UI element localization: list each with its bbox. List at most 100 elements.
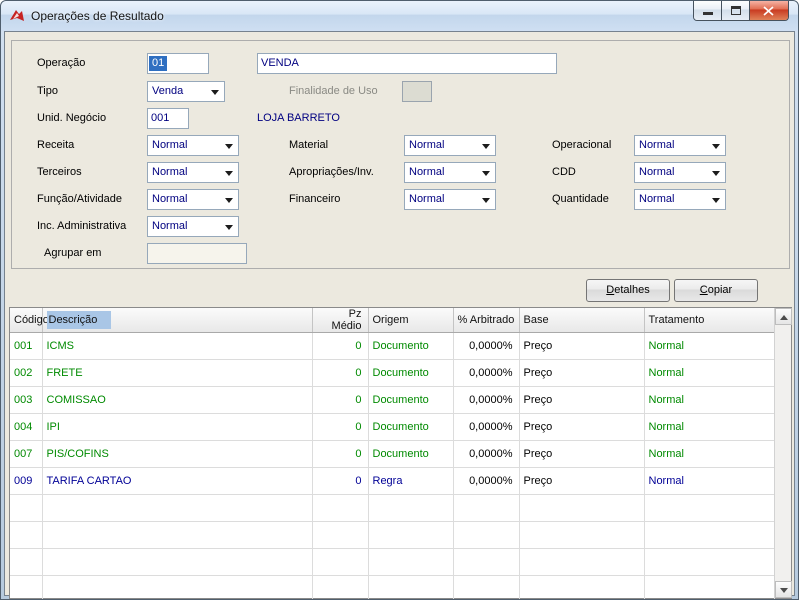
column-header-origem[interactable]: Origem <box>368 308 454 333</box>
chevron-down-icon <box>482 198 490 203</box>
cell-origem[interactable]: Documento <box>368 440 454 468</box>
material-combo[interactable]: Normal <box>404 135 496 156</box>
cell-pz_medio[interactable]: 0 <box>312 467 369 495</box>
arrow-down-icon <box>780 588 788 593</box>
cdd-combo[interactable]: Normal <box>634 162 726 183</box>
cell-arbitrado[interactable]: 0,0000% <box>453 440 520 468</box>
vertical-scrollbar[interactable] <box>774 308 792 598</box>
minimize-button[interactable] <box>694 1 722 20</box>
tipo-combo[interactable]: Venda <box>147 81 225 102</box>
cell-descricao[interactable]: FRETE <box>42 359 313 387</box>
cell-pz_medio[interactable]: 0 <box>312 332 369 360</box>
cell-descricao[interactable]: TARIFA CARTAO <box>42 467 313 495</box>
cell-arbitrado[interactable]: 0,0000% <box>453 467 520 495</box>
quantidade-combo[interactable]: Normal <box>634 189 726 210</box>
cell-base[interactable]: Preço <box>519 332 645 360</box>
operacao-code-input[interactable]: 01 <box>147 53 209 74</box>
chevron-down-icon <box>225 144 233 149</box>
unid-negocio-input[interactable]: 001 <box>147 108 189 129</box>
operacional-combo[interactable]: Normal <box>634 135 726 156</box>
column-header-arbitrado[interactable]: % Arbitrado <box>453 308 520 333</box>
funcao-atividade-combo[interactable]: Normal <box>147 189 239 210</box>
cell-tratamento[interactable]: Normal <box>644 467 775 495</box>
form-panel: Operação 01 VENDA Tipo Venda Finalidade … <box>11 40 790 269</box>
quantidade-label: Quantidade <box>552 193 609 205</box>
table-row[interactable]: 004 IPI 0 Documento 0,0000% Preço Normal <box>10 413 775 441</box>
cell-tratamento[interactable]: Normal <box>644 440 775 468</box>
empty-row[interactable] <box>10 521 775 549</box>
cell-codigo[interactable]: 004 <box>10 413 43 441</box>
cell-tratamento[interactable]: Normal <box>644 359 775 387</box>
cell-origem[interactable]: Documento <box>368 386 454 414</box>
cell-origem[interactable]: Documento <box>368 359 454 387</box>
cell-arbitrado[interactable]: 0,0000% <box>453 359 520 387</box>
financeiro-combo[interactable]: Normal <box>404 189 496 210</box>
cell-arbitrado[interactable]: 0,0000% <box>453 413 520 441</box>
cell-tratamento[interactable]: Normal <box>644 413 775 441</box>
column-header-base[interactable]: Base <box>519 308 645 333</box>
cell-pz_medio[interactable]: 0 <box>312 413 369 441</box>
cell-codigo[interactable]: 007 <box>10 440 43 468</box>
cell-base[interactable]: Preço <box>519 440 645 468</box>
cell-descricao[interactable]: ICMS <box>42 332 313 360</box>
table-row[interactable]: 007 PIS/COFINS 0 Documento 0,0000% Preço Norma… <box>10 440 775 468</box>
cell-base[interactable]: Preço <box>519 467 645 495</box>
apropriacoes-combo[interactable]: Normal <box>404 162 496 183</box>
cell-pz_medio[interactable]: 0 <box>312 440 369 468</box>
grid-header-row: Código Descrição Pz Médio Origem % Arbit… <box>10 308 775 333</box>
cell-origem[interactable]: Documento <box>368 332 454 360</box>
table-row[interactable]: 001 ICMS 0 Documento 0,0000% Preço Normal <box>10 332 775 360</box>
column-header-tratamento[interactable]: Tratamento <box>644 308 775 333</box>
close-button[interactable] <box>750 1 788 20</box>
column-header-pz-medio[interactable]: Pz Médio <box>312 308 369 333</box>
operacao-code-selection: 01 <box>149 56 168 71</box>
operacao-name-input[interactable]: VENDA <box>257 53 557 74</box>
cell-base[interactable]: Preço <box>519 386 645 414</box>
cell-origem[interactable]: Documento <box>368 413 454 441</box>
table-row[interactable]: 002 FRETE 0 Documento 0,0000% Preço Normal <box>10 359 775 387</box>
empty-row[interactable] <box>10 575 775 599</box>
chevron-down-icon <box>712 144 720 149</box>
cell-codigo[interactable]: 002 <box>10 359 43 387</box>
arrow-up-icon <box>780 315 788 320</box>
inc-administrativa-label: Inc. Administrativa <box>37 220 127 232</box>
chevron-down-icon <box>225 225 233 230</box>
cell-descricao[interactable]: PIS/COFINS <box>42 440 313 468</box>
cell-tratamento[interactable]: Normal <box>644 332 775 360</box>
terceiros-combo[interactable]: Normal <box>147 162 239 183</box>
cell-codigo[interactable]: 001 <box>10 332 43 360</box>
cell-tratamento[interactable]: Normal <box>644 386 775 414</box>
cell-codigo[interactable]: 003 <box>10 386 43 414</box>
agrupar-em-input[interactable] <box>147 243 247 264</box>
titlebar[interactable]: Operações de Resultado <box>1 1 798 31</box>
maximize-icon <box>731 6 741 15</box>
table-row[interactable]: 009 TARIFA CARTAO 0 Regra 0,0000% Preço Normal <box>10 467 775 495</box>
inc-administrativa-combo[interactable]: Normal <box>147 216 239 237</box>
cell-base[interactable]: Preço <box>519 359 645 387</box>
cell-arbitrado[interactable]: 0,0000% <box>453 332 520 360</box>
terceiros-label: Terceiros <box>37 166 82 178</box>
cell-pz_medio[interactable]: 0 <box>312 359 369 387</box>
detalhes-button[interactable]: Detalhes <box>586 279 670 302</box>
window-controls <box>693 1 789 21</box>
cell-descricao[interactable]: COMISSAO <box>42 386 313 414</box>
column-header-codigo[interactable]: Código <box>10 308 49 333</box>
chevron-down-icon <box>482 144 490 149</box>
scroll-down-button[interactable] <box>775 581 792 598</box>
cell-pz_medio[interactable]: 0 <box>312 386 369 414</box>
cell-origem[interactable]: Regra <box>368 467 454 495</box>
cell-arbitrado[interactable]: 0,0000% <box>453 386 520 414</box>
chevron-down-icon <box>225 171 233 176</box>
maximize-button[interactable] <box>722 1 750 20</box>
table-row[interactable]: 003 COMISSAO 0 Documento 0,0000% Preço Normal <box>10 386 775 414</box>
empty-row[interactable] <box>10 548 775 576</box>
column-header-descricao[interactable]: Descrição <box>42 308 313 333</box>
cell-codigo[interactable]: 009 <box>10 467 43 495</box>
cell-base[interactable]: Preço <box>519 413 645 441</box>
copiar-button[interactable]: Copiar <box>674 279 758 302</box>
chevron-down-icon <box>712 171 720 176</box>
receita-combo[interactable]: Normal <box>147 135 239 156</box>
cell-descricao[interactable]: IPI <box>42 413 313 441</box>
empty-row[interactable] <box>10 494 775 522</box>
scroll-up-button[interactable] <box>775 308 792 325</box>
